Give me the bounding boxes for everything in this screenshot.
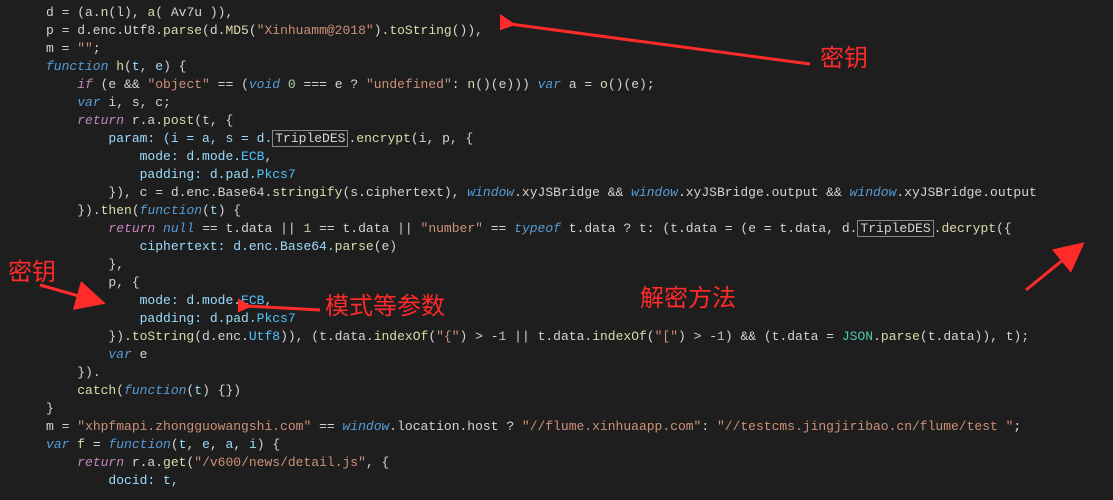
code-block: d = (a.n(l), a( Av7u )), p = d.enc.Utf8.… (0, 0, 1113, 494)
